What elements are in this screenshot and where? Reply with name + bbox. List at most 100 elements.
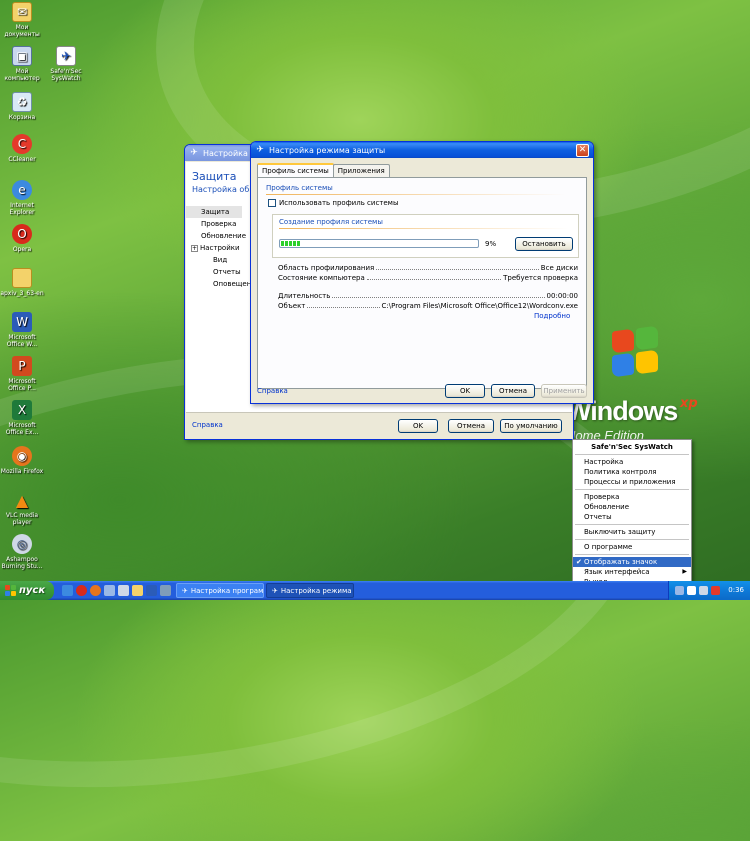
section-subheading: Настройка общ (192, 185, 257, 194)
desktop-icon-ccleaner[interactable]: C CCleaner (0, 134, 44, 163)
nav-item-protection[interactable]: Защита (186, 206, 242, 218)
nav-item-scan[interactable]: Проверка (186, 218, 242, 230)
protection-mode-window[interactable]: ✈ Настройка режима защиты ✕ Профиль сист… (250, 141, 594, 404)
menu-item-show-icon[interactable]: ✔ Отображать значок программы (573, 557, 691, 576)
close-icon: ✕ (578, 144, 587, 155)
internet-explorer-icon: e (12, 180, 32, 200)
task-settings-window[interactable]: ✈Настройка програми... (176, 583, 264, 598)
tab-applications[interactable]: Приложения (332, 164, 390, 177)
quicklaunch-firefox-icon[interactable] (90, 585, 101, 596)
apply-button[interactable]: Применить (541, 384, 587, 398)
use-profile-label[interactable]: Использовать профиль системы (279, 199, 399, 207)
tray-antivirus-icon[interactable] (711, 586, 720, 595)
menu-item-settings[interactable]: Настройка (573, 457, 691, 467)
help-link[interactable]: Справка (257, 387, 288, 395)
info-row-state: Состояние компьютера Требуется проверка (278, 274, 578, 282)
progress-segment (285, 241, 288, 246)
start-button[interactable]: пуск (0, 581, 54, 600)
menu-item-disable-protection[interactable]: Выключить защиту (573, 527, 691, 537)
opera-icon: O (12, 224, 32, 244)
quicklaunch-explorer-icon[interactable] (132, 585, 143, 596)
settings-nav: Защита Проверка Обновление + Настройки Ви… (186, 206, 251, 290)
computer-icon: ▣ (12, 46, 32, 66)
quicklaunch-media-icon[interactable] (104, 585, 115, 596)
creation-divider (279, 228, 569, 229)
tray-network-icon[interactable] (675, 586, 684, 595)
windows-flag-icon (612, 325, 658, 390)
submenu-arrow-icon: ▶ (682, 568, 687, 575)
progress-percent: 9% (485, 240, 497, 248)
progress-fill (281, 241, 477, 246)
desktop-icon-folder[interactable]: apxiv_3_63-en (0, 268, 44, 297)
ok-button[interactable]: OK (398, 419, 438, 433)
menu-item-language[interactable]: Язык интерфейса ▶ (573, 567, 691, 577)
task-protection-mode-window[interactable]: ✈Настройка режима з... (266, 583, 354, 598)
desktop-icon-firefox[interactable]: ◉ Mozilla Firefox (0, 446, 44, 475)
desktop-icon-powerpoint[interactable]: P Microsoft Office P... (0, 356, 44, 392)
tab-strip: Профиль системы Приложения (257, 163, 390, 178)
tab-panel: Профиль системы Использовать профиль сис… (257, 177, 587, 389)
desktop-icon-syswatch[interactable]: ✈ Safe'n'Sec SysWatch (44, 46, 88, 82)
details-link[interactable]: Подробно (534, 312, 570, 320)
folder-documents-icon: ✉ (12, 2, 32, 22)
desktop-icon-vlc[interactable]: ▲ VLC media player (0, 490, 44, 526)
menu-item-control-policy[interactable]: Политика контроля (573, 467, 691, 477)
word-icon: W (12, 312, 32, 332)
tray-volume-icon[interactable] (699, 586, 708, 595)
quicklaunch-word-icon[interactable] (146, 585, 157, 596)
menu-separator (575, 454, 689, 455)
ok-button[interactable]: OK (445, 384, 485, 398)
quicklaunch-ie-icon[interactable] (62, 585, 73, 596)
use-profile-checkbox[interactable] (268, 199, 276, 207)
desktop-icon-recycle-bin[interactable]: ♻ Корзина (0, 92, 44, 121)
cancel-button[interactable]: Отмена (491, 384, 535, 398)
desktop-icon-opera[interactable]: O Opera (0, 224, 44, 253)
stop-button[interactable]: Остановить (515, 237, 573, 251)
quicklaunch-extra-icon[interactable] (160, 585, 171, 596)
quicklaunch-desktop-icon[interactable] (118, 585, 129, 596)
menu-item-scan[interactable]: Проверка (573, 492, 691, 502)
start-label: пуск (19, 585, 46, 596)
desktop-icon-word[interactable]: W Microsoft Office W... (0, 312, 44, 348)
desktop-icon-burning-studio[interactable]: ◎ Ashampoo Burning Stu... (0, 534, 44, 570)
desktop-icon-my-documents[interactable]: ✉ Мои документы (0, 2, 44, 38)
progress-segment (293, 241, 296, 246)
window-title: Настройка режима защиты (269, 145, 386, 155)
nav-item-notifications[interactable]: Оповещен (186, 278, 251, 290)
default-button[interactable]: По умолчанию (500, 419, 562, 433)
nav-item-settings[interactable]: + Настройки (186, 242, 242, 254)
nav-item-reports[interactable]: Отчеты (186, 266, 242, 278)
menu-item-about[interactable]: О программе (573, 542, 691, 552)
recycle-bin-icon: ♻ (12, 92, 32, 112)
taskbar: пуск ✈Настройка програми... ✈Настройка р… (0, 581, 750, 600)
menu-separator (575, 524, 689, 525)
menu-item-reports[interactable]: Отчеты (573, 512, 691, 522)
desktop-icon-internet-explorer[interactable]: e Internet Explorer (0, 180, 44, 216)
group-title: Профиль системы (266, 184, 333, 192)
detail-row-duration: Длительность 00:00:00 (278, 292, 578, 300)
app-icon: ✈ (256, 145, 264, 155)
tab-system-profile[interactable]: Профиль системы (257, 163, 334, 177)
excel-icon: X (12, 400, 32, 420)
protection-mode-titlebar[interactable]: ✈ Настройка режима защиты ✕ (251, 142, 593, 158)
profile-progress-bar (279, 239, 479, 248)
menu-item-update[interactable]: Обновление (573, 502, 691, 512)
quicklaunch-opera-icon[interactable] (76, 585, 87, 596)
cancel-button[interactable]: Отмена (448, 419, 494, 433)
menu-item-processes[interactable]: Процессы и приложения (573, 477, 691, 487)
burning-studio-icon: ◎ (12, 534, 32, 554)
desktop-icon-excel[interactable]: X Microsoft Office Ex... (0, 400, 44, 436)
tray-syswatch-icon[interactable] (687, 586, 696, 595)
close-button[interactable]: ✕ (576, 143, 589, 157)
expand-icon[interactable]: + (191, 245, 198, 252)
help-link[interactable]: Справка (192, 421, 223, 429)
menu-separator (575, 539, 689, 540)
group-divider (266, 194, 566, 195)
clock[interactable]: 0:36 (728, 586, 744, 594)
creation-title: Создание профиля системы (279, 218, 383, 226)
settings-window-footer: Справка OK Отмена По умолчанию (186, 412, 572, 438)
nav-item-update[interactable]: Обновление (186, 230, 246, 242)
desktop-icon-my-computer[interactable]: ▣ Мой компьютер (0, 46, 44, 82)
app-icon: ✈ (190, 148, 198, 158)
nav-item-view[interactable]: Вид (186, 254, 242, 266)
